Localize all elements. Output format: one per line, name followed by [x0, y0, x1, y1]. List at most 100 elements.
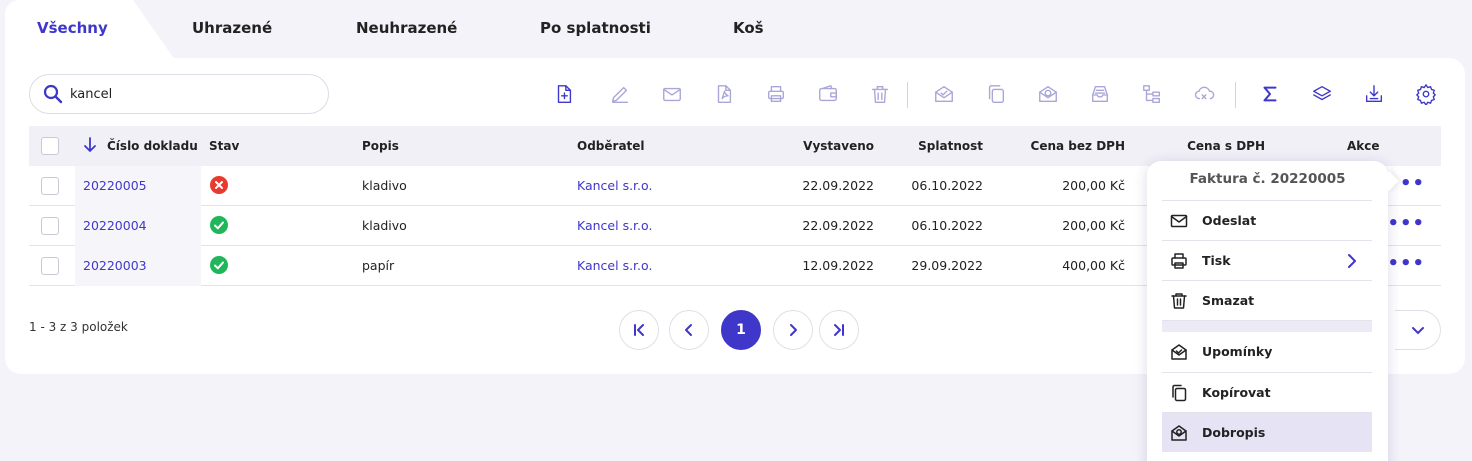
customer-link[interactable]: Kancel s.r.o.: [577, 206, 652, 246]
copy-icon: [1170, 384, 1188, 402]
invoice-number-link[interactable]: 20220004: [83, 206, 147, 246]
tab-trash[interactable]: Koš: [733, 0, 764, 58]
next-page-button[interactable]: [773, 310, 813, 350]
credit-note-icon: [1170, 424, 1188, 442]
search-icon: [43, 84, 63, 108]
menu-item-label: Tisk: [1202, 253, 1231, 268]
archive-icon[interactable]: [1086, 80, 1114, 108]
chevron-right-icon: [1344, 252, 1360, 270]
chevron-right-icon: [790, 324, 797, 336]
issued-cell: 22.09.2022: [802, 178, 874, 193]
header-customer[interactable]: Odběratel: [577, 126, 645, 166]
menu-item-label: Dobropis: [1202, 425, 1266, 440]
select-all-checkbox[interactable]: [41, 137, 59, 155]
due-cell: 06.10.2022: [911, 218, 983, 233]
unpaid-status-icon: [210, 176, 228, 194]
chevron-left-icon: [685, 324, 692, 336]
due-cell: 29.09.2022: [911, 258, 983, 273]
header-number[interactable]: Číslo dokladu: [107, 126, 198, 166]
wallet-icon[interactable]: [814, 80, 842, 108]
email-icon[interactable]: [658, 80, 686, 108]
page-1-button[interactable]: 1: [721, 310, 761, 350]
menu-item-print[interactable]: Tisk: [1162, 240, 1372, 280]
row-actions-button[interactable]: •••: [1387, 206, 1425, 246]
toolbar-separator: [907, 82, 908, 108]
menu-item-label: Odeslat: [1202, 213, 1257, 228]
first-page-button[interactable]: [619, 310, 659, 350]
download-icon[interactable]: [1360, 80, 1388, 108]
header-description[interactable]: Popis: [362, 126, 399, 166]
copy-icon[interactable]: [982, 80, 1010, 108]
new-document-icon[interactable]: [550, 80, 578, 108]
trash-icon: [1170, 292, 1188, 310]
credit-note-icon[interactable]: [1034, 80, 1062, 108]
reminder-icon[interactable]: [930, 80, 958, 108]
menu-item-delete[interactable]: Smazat: [1162, 280, 1372, 320]
menu-item-send[interactable]: Odeslat: [1162, 200, 1372, 240]
header-price-net[interactable]: Cena bez DPH: [989, 126, 1125, 166]
sum-icon[interactable]: [1256, 80, 1284, 108]
invoice-number-link[interactable]: 20220005: [83, 166, 147, 206]
context-menu-title: Faktura č. 20220005: [1189, 171, 1346, 187]
previous-page-button[interactable]: [669, 310, 709, 350]
menu-item-label: Upomínky: [1202, 344, 1273, 359]
edit-icon[interactable]: [606, 80, 634, 108]
invoice-number-link[interactable]: 20220003: [83, 246, 147, 286]
customer-link[interactable]: Kancel s.r.o.: [577, 166, 652, 206]
header-issued[interactable]: Vystaveno: [769, 126, 874, 166]
chevron-down-icon: [1411, 327, 1424, 335]
menu-item-reminders[interactable]: Upomínky: [1162, 332, 1372, 372]
row-checkbox[interactable]: [41, 177, 59, 195]
header-price-gross[interactable]: Cena s DPH: [1129, 126, 1265, 166]
tab-overdue[interactable]: Po splatnosti: [540, 0, 651, 58]
reminder-icon: [1170, 343, 1188, 361]
menu-item-label: Kopírovat: [1202, 385, 1271, 400]
item-count: 1 - 3 z 3 položek: [29, 320, 128, 334]
menu-divider: [1162, 320, 1372, 332]
price-net-cell: 200,00 Kč: [1062, 178, 1125, 193]
tree-icon[interactable]: [1138, 80, 1166, 108]
row-context-menu: Faktura č. 20220005 Odeslat Tisk Smazat …: [1147, 161, 1388, 461]
trash-icon[interactable]: [866, 80, 894, 108]
header-due[interactable]: Splatnost: [879, 126, 983, 166]
menu-item-credit-note[interactable]: Dobropis: [1162, 412, 1372, 452]
paid-status-icon: [210, 256, 228, 274]
last-page-icon: [834, 324, 844, 336]
print-icon: [1170, 252, 1188, 270]
header-status[interactable]: Stav: [209, 126, 239, 166]
menu-item-copy[interactable]: Kopírovat: [1162, 372, 1372, 412]
layers-icon[interactable]: [1308, 80, 1336, 108]
issued-cell: 12.09.2022: [802, 258, 874, 273]
search-box: [29, 74, 329, 114]
search-input[interactable]: [70, 84, 310, 104]
mail-icon: [1170, 212, 1188, 230]
table-header: Číslo dokladu Stav Popis Odběratel Vysta…: [29, 126, 1441, 166]
description-cell: kladivo: [362, 178, 407, 193]
price-net-cell: 200,00 Kč: [1062, 218, 1125, 233]
tab-paid[interactable]: Uhrazené: [192, 0, 272, 58]
per-page-select[interactable]: [1395, 310, 1441, 350]
pdf-icon[interactable]: [710, 80, 738, 108]
tab-unpaid[interactable]: Neuhrazené: [356, 0, 457, 58]
settings-icon[interactable]: [1412, 80, 1440, 108]
print-icon[interactable]: [762, 80, 790, 108]
row-checkbox[interactable]: [41, 217, 59, 235]
header-actions: Akce: [1347, 139, 1380, 153]
description-cell: kladivo: [362, 218, 407, 233]
description-cell: papír: [362, 258, 395, 273]
customer-link[interactable]: Kancel s.r.o.: [577, 246, 652, 286]
last-page-button[interactable]: [819, 310, 859, 350]
row-checkbox[interactable]: [41, 257, 59, 275]
toolbar-separator: [1235, 82, 1236, 108]
menu-item-label: Smazat: [1202, 293, 1255, 308]
tab-all[interactable]: Všechny: [37, 0, 108, 58]
cloud-sync-icon[interactable]: [1190, 80, 1218, 108]
paid-status-icon: [210, 216, 228, 234]
first-page-icon: [634, 324, 644, 336]
issued-cell: 22.09.2022: [802, 218, 874, 233]
sort-arrow-down-icon[interactable]: [83, 137, 97, 157]
price-net-cell: 400,00 Kč: [1062, 258, 1125, 273]
row-actions-button[interactable]: •••: [1387, 246, 1425, 286]
tab-bar: Všechny Uhrazené Neuhrazené Po splatnost…: [5, 0, 905, 60]
due-cell: 06.10.2022: [911, 178, 983, 193]
